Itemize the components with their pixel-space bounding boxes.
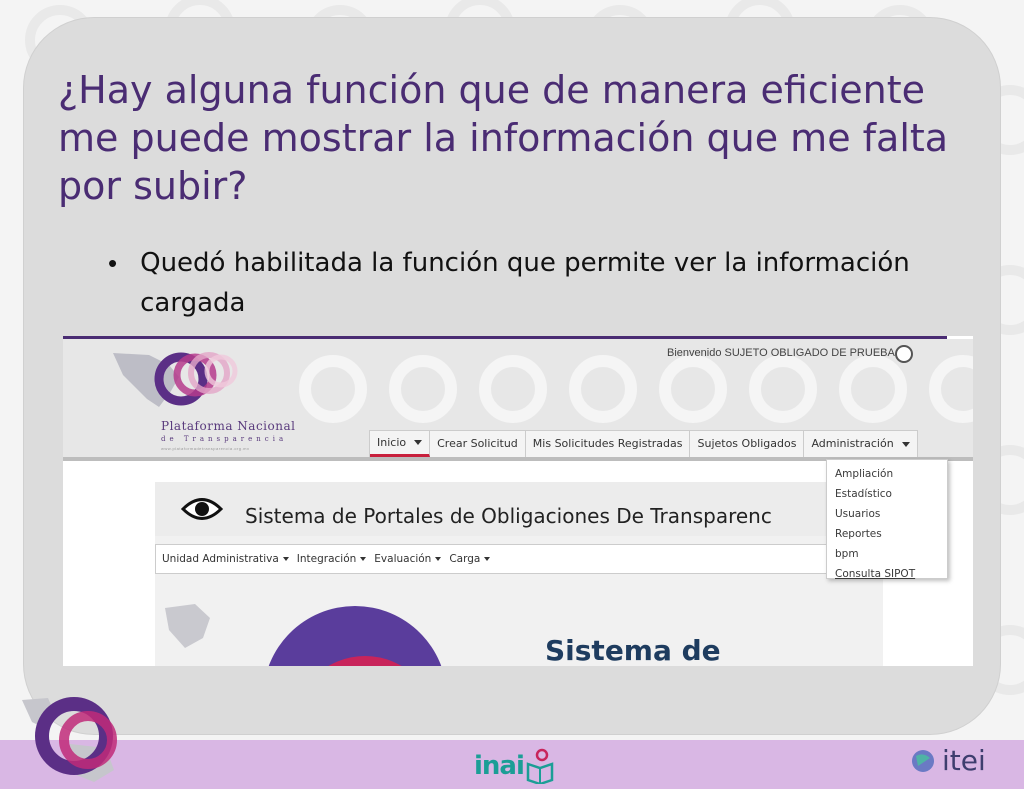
portal-header: Plataforma Nacional de Transparencia www… — [63, 339, 973, 457]
content-title: Sistema de Portales de Obligaciones De T… — [245, 504, 772, 528]
menu-item-reportes[interactable]: Reportes — [827, 524, 947, 544]
main-navbar: Inicio Crear Solicitud Mis Solicitudes R… — [369, 430, 918, 457]
hero-title: Sistema de — [545, 634, 721, 666]
eye-icon — [181, 498, 223, 520]
nav-inicio-label: Inicio — [377, 435, 407, 449]
chevron-down-icon — [484, 557, 491, 561]
itei-logo: itei — [910, 744, 986, 777]
embedded-screenshot: Plataforma Nacional de Transparencia www… — [63, 336, 973, 666]
pnt-logo-icon — [113, 352, 238, 407]
subnav-label: Integración — [296, 553, 357, 565]
subnav-label: Evaluación — [374, 553, 432, 565]
pnt-corner-logo — [22, 697, 117, 782]
nav-mis-solicitudes-label: Mis Solicitudes Registradas — [532, 437, 683, 450]
globe-icon — [912, 749, 934, 772]
chevron-down-icon — [360, 557, 367, 561]
inai-label: inai — [474, 751, 525, 781]
menu-item-bpm[interactable]: bpm — [827, 544, 947, 564]
nav-sujetos-obligados[interactable]: Sujetos Obligados — [690, 431, 805, 457]
pnt-logo[interactable]: Plataforma Nacional de Transparencia www… — [109, 347, 309, 455]
bullet-text: Quedó habilitada la función que permite … — [140, 248, 910, 318]
logo-url: www.plataformadetransparencia.org.mx — [161, 446, 250, 451]
menu-item-estadistico[interactable]: Estadístico — [827, 484, 947, 504]
itei-label: itei — [942, 744, 986, 777]
logo-name: Plataforma Nacional — [161, 419, 296, 433]
nav-inicio[interactable]: Inicio — [370, 431, 431, 457]
menu-item-consulta-sipot[interactable]: Consulta SIPOT — [827, 564, 947, 584]
chevron-down-icon — [414, 440, 423, 445]
subnav-unidad-administrativa[interactable]: Unidad Administrativa — [162, 553, 289, 565]
hero-illustration — [165, 604, 442, 666]
subnav-integracion[interactable]: Integración — [297, 553, 367, 565]
menu-item-usuarios[interactable]: Usuarios — [827, 504, 947, 524]
nav-administracion[interactable]: Administración — [804, 431, 916, 457]
welcome-text: Bienvenido SUJETO OBLIGADO DE PRUEBA — [667, 347, 895, 359]
nav-administracion-label: Administración — [811, 437, 894, 450]
nav-sujetos-obligados-label: Sujetos Obligados — [697, 437, 797, 450]
chevron-down-icon — [901, 441, 910, 447]
subnav-label: Carga — [449, 553, 481, 565]
subnav-evaluacion[interactable]: Evaluación — [374, 553, 442, 565]
nav-crear-solicitud-label: Crear Solicitud — [437, 437, 518, 450]
sipot-content: Sistema de Portales de Obligaciones De T… — [155, 482, 883, 666]
bullet-item: • Quedó habilitada la función que permit… — [108, 243, 928, 323]
nav-crear-solicitud[interactable]: Crear Solicitud — [430, 431, 526, 457]
sipot-subnav: Unidad Administrativa Integración Evalua… — [155, 544, 883, 574]
user-icon[interactable] — [895, 345, 913, 363]
logo-subtitle: de Transparencia — [161, 435, 288, 443]
menu-item-ampliacion[interactable]: Ampliación — [827, 464, 947, 484]
inai-logo: inai — [474, 748, 556, 784]
subnav-label: Unidad Administrativa — [162, 553, 279, 565]
content-title-bar: Sistema de Portales de Obligaciones De T… — [155, 482, 883, 536]
subnav-carga[interactable]: Carga — [449, 553, 491, 565]
slide-title: ¿Hay alguna función que de manera eficie… — [58, 68, 949, 208]
nav-mis-solicitudes[interactable]: Mis Solicitudes Registradas — [526, 431, 691, 457]
chevron-down-icon — [435, 557, 442, 561]
administracion-dropdown-menu: Ampliación Estadístico Usuarios Reportes… — [826, 459, 948, 580]
bullet-dot: • — [108, 248, 118, 278]
chevron-down-icon — [282, 557, 289, 561]
book-person-icon — [526, 748, 554, 784]
